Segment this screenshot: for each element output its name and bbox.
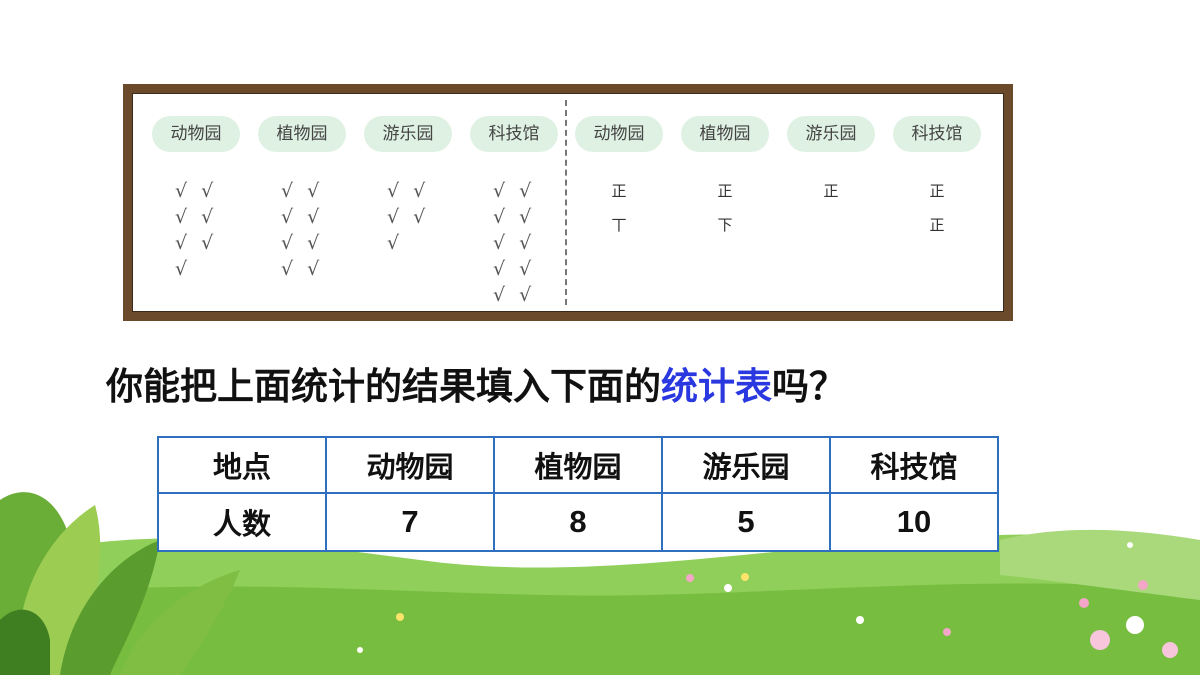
tally-column-park: 正 xyxy=(811,174,851,208)
tag-right-museum: 科技馆 xyxy=(893,116,981,152)
tick-mark: √ √ xyxy=(281,180,324,202)
tick-mark: √ √ xyxy=(281,258,324,280)
tick-column-museum: √ √ √ √ √ √ √ √ √ √ xyxy=(493,178,563,308)
question-text: 你能把上面统计的结果填入下面的统计表吗？ xyxy=(106,360,1106,414)
question-highlight: 统计表 xyxy=(661,365,772,408)
tick-column-park: √ √ √ √ √ xyxy=(387,178,457,256)
tick-mark: √ √ xyxy=(175,206,218,228)
tick-mark: √ √ xyxy=(493,180,536,202)
tally-board: 动物园 植物园 游乐园 科技馆 动物园 植物园 游乐园 科技馆 √ √ √ √ … xyxy=(123,84,1013,321)
count-cell: 10 xyxy=(896,504,932,539)
tick-mark: √ xyxy=(175,258,192,280)
tag-left-garden: 植物园 xyxy=(258,116,346,152)
header-place-cell: 游乐园 xyxy=(663,438,831,494)
count-cell: 8 xyxy=(495,494,663,550)
tag-left-park: 游乐园 xyxy=(364,116,452,152)
tag-right-garden: 植物园 xyxy=(681,116,769,152)
header-place-cell: 植物园 xyxy=(495,438,663,494)
question-lead: 你能把上面统计的结果填入下面的 xyxy=(106,365,661,408)
statistics-table: 地点 动物园 植物园 游乐园 科技馆 人数 7 8 5 10 xyxy=(157,436,999,552)
tick-mark: √ √ xyxy=(493,206,536,228)
row-label-cell: 人数 xyxy=(159,494,327,550)
tally-mark: 正 xyxy=(611,182,627,200)
tally-column-garden: 正 下 xyxy=(705,174,745,242)
tag-right-park: 游乐园 xyxy=(787,116,875,152)
tally-mark: 丅 xyxy=(611,216,627,234)
tick-mark: √ √ xyxy=(387,206,430,228)
board-divider xyxy=(565,100,567,305)
tally-mark: 正 xyxy=(929,182,945,200)
tick-mark: √ √ xyxy=(493,284,536,306)
tally-mark: 正 xyxy=(929,216,945,234)
header-place-cell: 科技馆 xyxy=(831,438,997,494)
tag-left-zoo: 动物园 xyxy=(152,116,240,152)
tick-mark: √ √ xyxy=(281,206,324,228)
tick-mark: √ √ xyxy=(493,232,536,254)
header-label-cell: 地点 xyxy=(159,438,327,494)
tag-left-museum: 科技馆 xyxy=(470,116,558,152)
slide: 动物园 植物园 游乐园 科技馆 动物园 植物园 游乐园 科技馆 √ √ √ √ … xyxy=(0,0,1200,675)
tick-mark: √ √ xyxy=(175,232,218,254)
tick-mark: √ √ xyxy=(281,232,324,254)
tally-mark: 正 xyxy=(717,182,733,200)
count-cell: 7 xyxy=(327,494,495,550)
tally-column-museum: 正 正 xyxy=(917,174,957,242)
tick-mark: √ √ xyxy=(175,180,218,202)
question-tail: 吗？ xyxy=(772,365,846,408)
tick-mark: √ √ xyxy=(387,180,430,202)
tick-column-garden: √ √ √ √ √ √ √ √ xyxy=(281,178,351,282)
tag-right-zoo: 动物园 xyxy=(575,116,663,152)
tally-column-zoo: 正 丅 xyxy=(599,174,639,242)
tick-mark: √ √ xyxy=(493,258,536,280)
tally-mark: 正 xyxy=(823,182,839,200)
tick-column-zoo: √ √ √ √ √ √ √ xyxy=(175,178,245,282)
tally-mark: 下 xyxy=(717,216,733,234)
count-cell: 5 xyxy=(663,494,831,550)
tally-board-surface: 动物园 植物园 游乐园 科技馆 动物园 植物园 游乐园 科技馆 √ √ √ √ … xyxy=(132,93,1004,312)
header-place-cell: 动物园 xyxy=(327,438,495,494)
tick-mark: √ xyxy=(387,232,404,254)
